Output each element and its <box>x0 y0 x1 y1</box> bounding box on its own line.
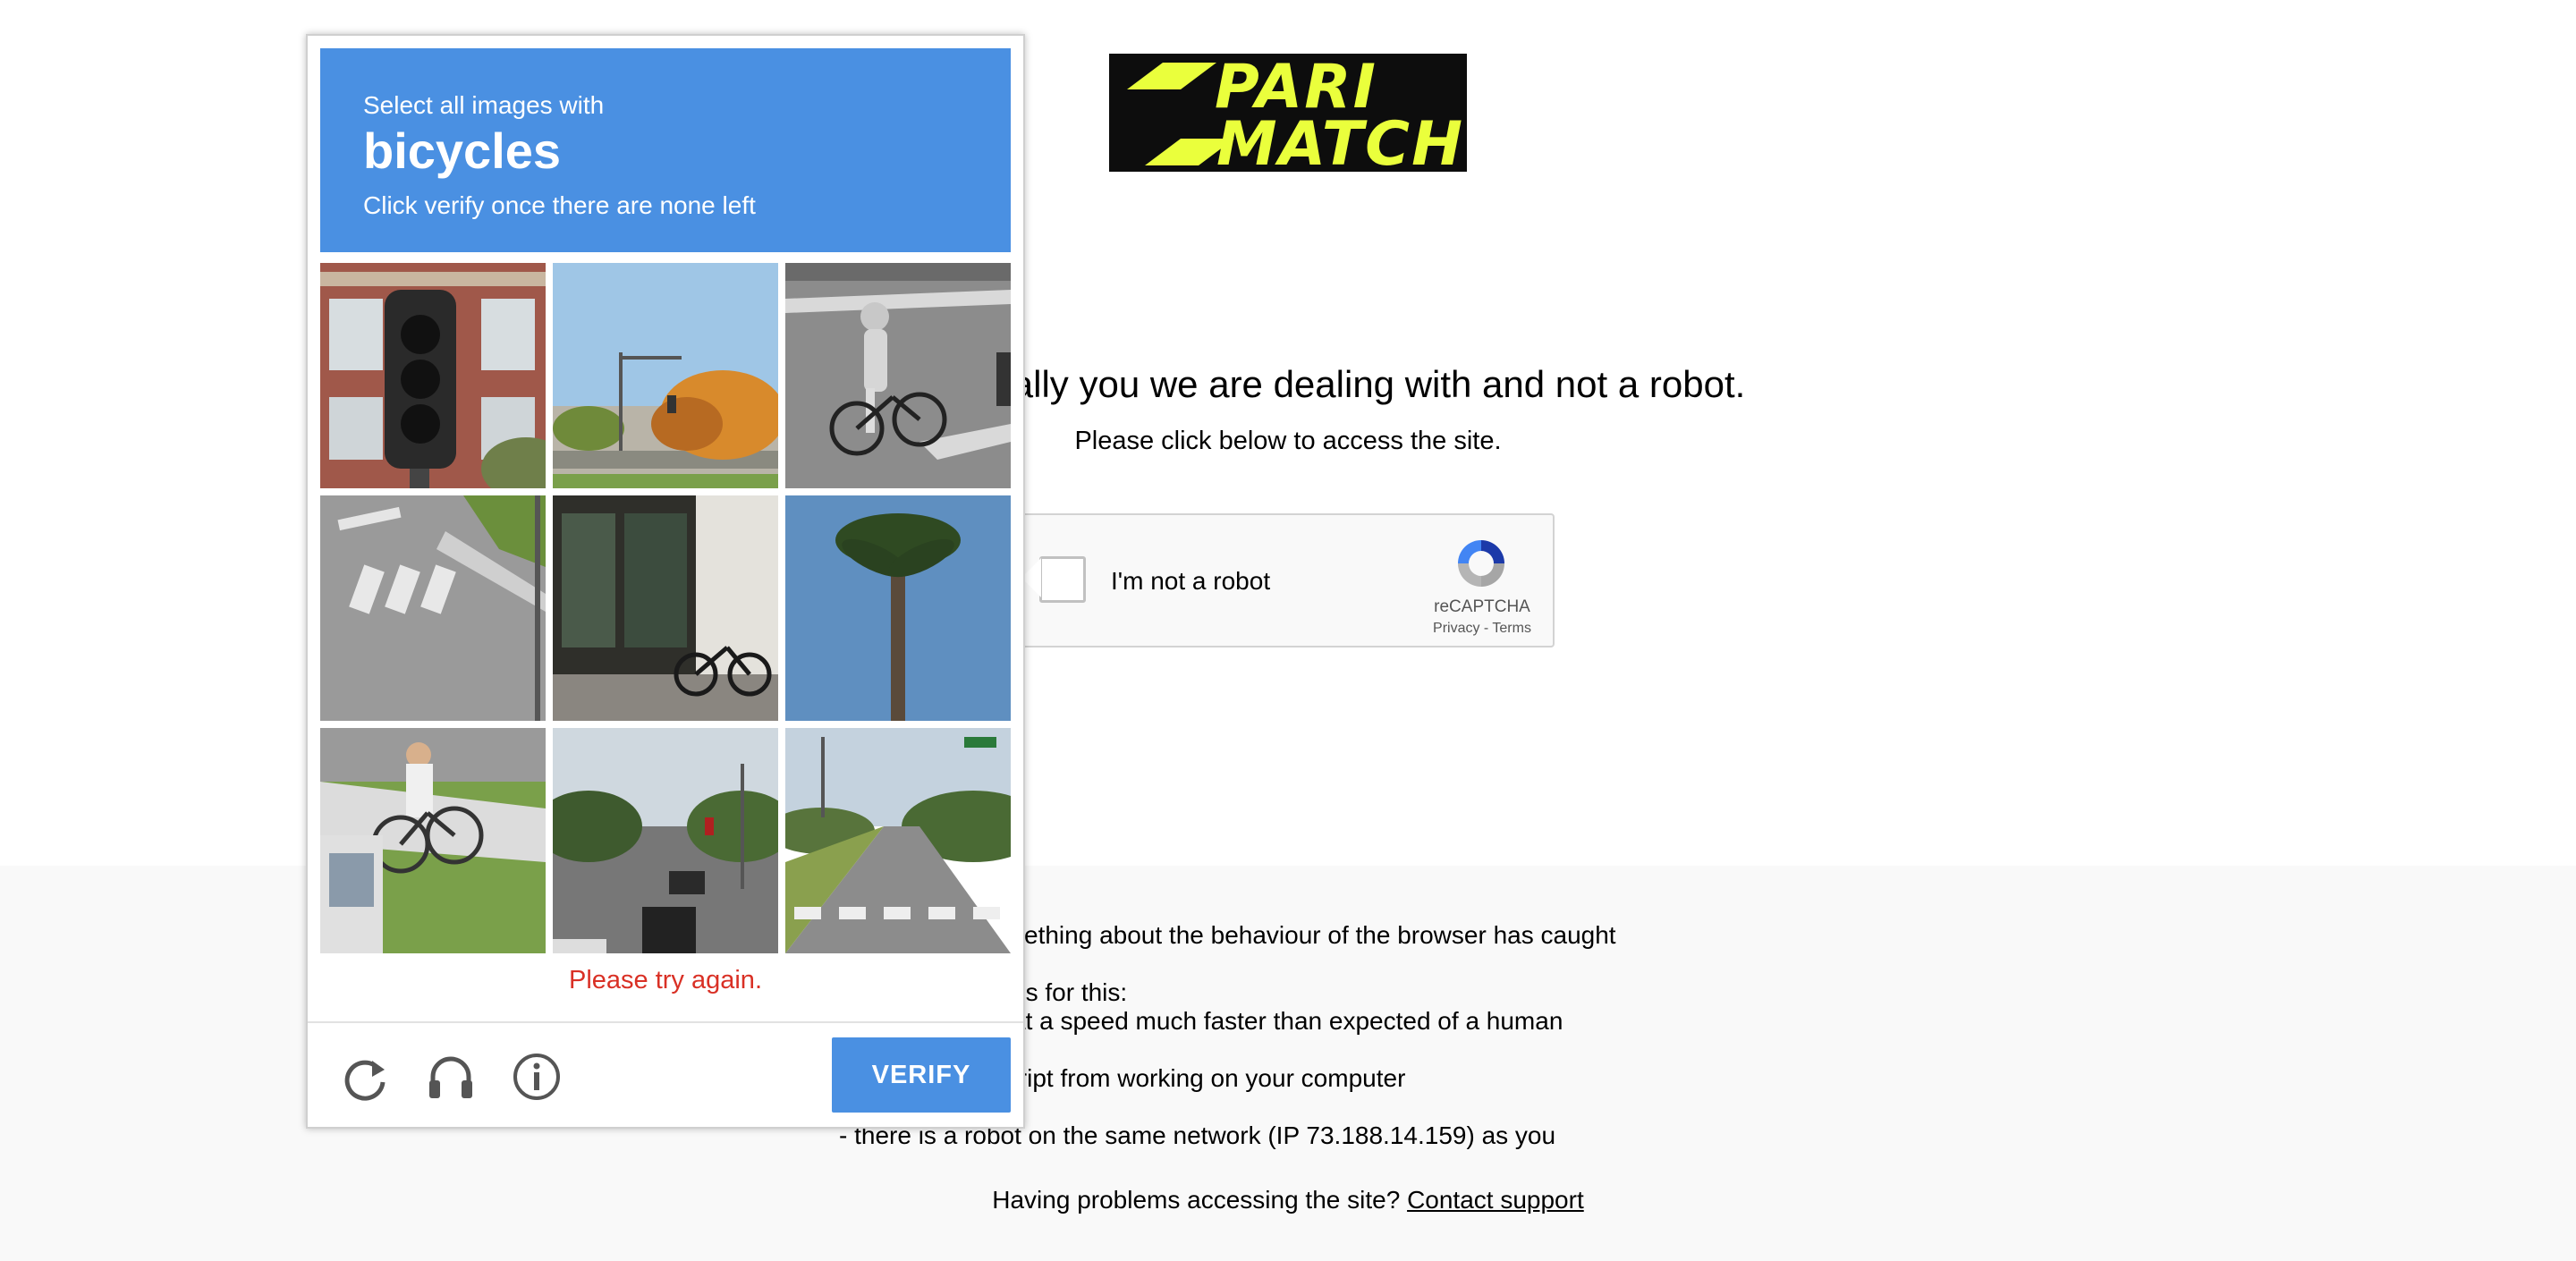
challenge-tile-1[interactable] <box>320 263 546 488</box>
challenge-tile-4[interactable] <box>320 495 546 721</box>
road-crosswalk-image <box>785 728 1011 953</box>
intersection-trees-image <box>553 263 778 488</box>
cyclist-road-image <box>785 263 1011 488</box>
recaptcha-links-separator: - <box>1479 621 1493 636</box>
recaptcha-privacy-link[interactable]: Privacy <box>1433 621 1479 636</box>
contact-support-link[interactable]: Contact support <box>1407 1186 1584 1214</box>
verify-button[interactable]: VERIFY <box>832 1037 1011 1113</box>
challenge-hint: Click verify once there are none left <box>363 191 756 219</box>
challenge-tile-7[interactable] <box>320 728 546 953</box>
traffic-light-image <box>320 263 546 488</box>
recaptcha-checkbox[interactable] <box>1039 556 1086 603</box>
cyclist-sidewalk-image <box>320 728 546 953</box>
recaptcha-logo-icon <box>1458 540 1504 587</box>
reload-icon[interactable] <box>338 1050 392 1104</box>
recaptcha-links: Privacy - Terms <box>1420 621 1544 637</box>
challenge-instruction: Select all images with <box>363 91 605 119</box>
recaptcha-label: I'm not a robot <box>1111 567 1271 595</box>
audio-headphones-icon[interactable] <box>424 1050 478 1104</box>
challenge-tile-2[interactable] <box>553 263 778 488</box>
challenge-tile-5[interactable] <box>553 495 778 721</box>
recaptcha-brand: reCAPTCHA <box>1434 597 1530 616</box>
challenge-tile-3[interactable] <box>785 263 1011 488</box>
support-line: Having problems accessing the site? Cont… <box>0 1186 2576 1214</box>
challenge-tile-8[interactable] <box>553 728 778 953</box>
logo-line2: MATCH <box>1216 109 1464 172</box>
challenge-image-grid <box>320 263 1011 953</box>
challenge-header: Select all images with bicycles Click ve… <box>320 48 1011 252</box>
challenge-tile-6[interactable] <box>785 495 1011 721</box>
challenge-target: bicycles <box>363 123 562 179</box>
recaptcha-terms-link[interactable]: Terms <box>1492 621 1531 636</box>
challenge-tile-9[interactable] <box>785 728 1011 953</box>
palm-tree-image <box>785 495 1011 721</box>
street-traffic-image <box>553 728 778 953</box>
crosswalk-image <box>320 495 546 721</box>
challenge-footer-divider <box>308 1021 1023 1023</box>
captcha-challenge-dialog: Select all images with bicycles Click ve… <box>306 34 1025 1129</box>
info-icon[interactable] <box>510 1050 564 1104</box>
storefront-bicycle-image <box>553 495 778 721</box>
support-prefix: Having problems accessing the site? <box>992 1186 1408 1214</box>
parimatch-logo: PARI MATCH <box>1109 54 1467 172</box>
recaptcha-widget: I'm not a robot reCAPTCHA Privacy - Term… <box>1021 513 1555 647</box>
challenge-error-message: Please try again. <box>568 966 762 994</box>
